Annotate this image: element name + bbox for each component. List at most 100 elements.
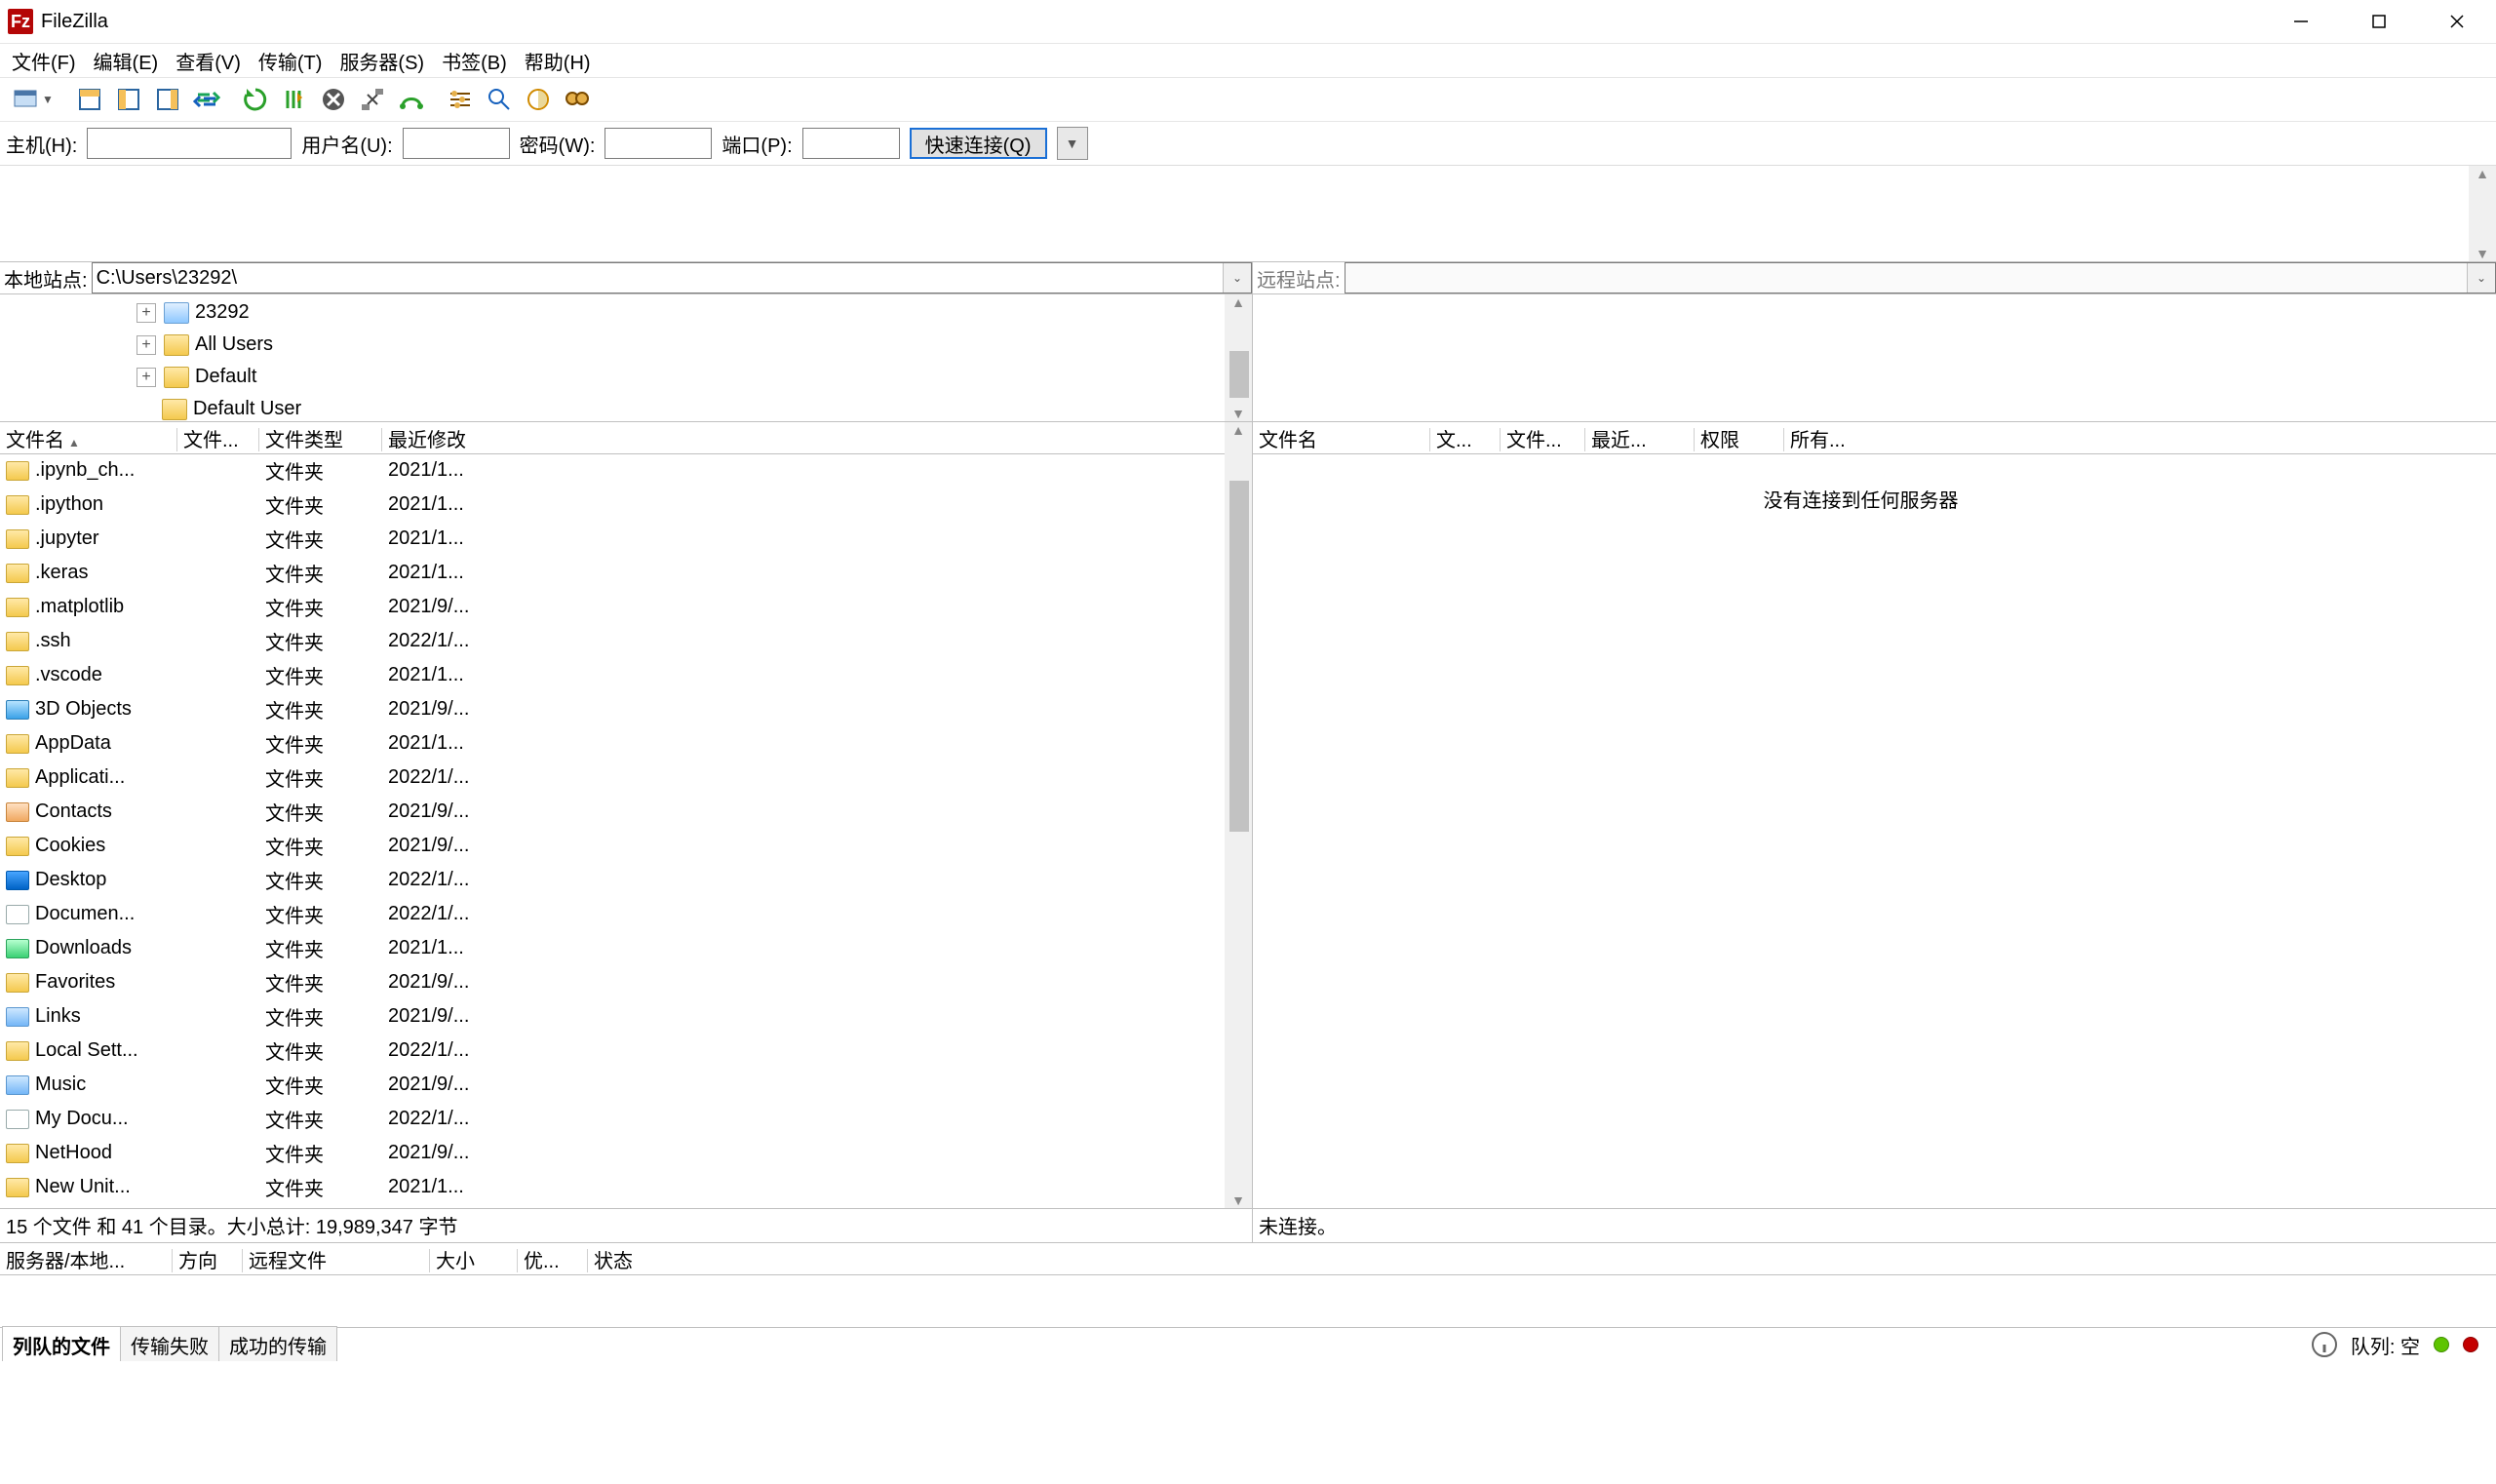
- sync-browse-button[interactable]: [519, 81, 558, 118]
- toggle-remote-tree-button[interactable]: [148, 81, 187, 118]
- queue-col-dir[interactable]: 方向: [178, 1251, 217, 1272]
- list-item[interactable]: .ipynb_ch...文件夹2021/1...: [0, 453, 1225, 488]
- local-col-name[interactable]: 文件名: [6, 430, 64, 451]
- menu-bookmarks[interactable]: 书签(B): [434, 45, 515, 77]
- list-item[interactable]: AppData文件夹2021/1...: [0, 726, 1225, 761]
- local-tree-scrollbar[interactable]: ▲▼: [1225, 294, 1252, 421]
- local-site-input[interactable]: [93, 263, 1223, 293]
- list-item[interactable]: Contacts文件夹2021/9/...: [0, 795, 1225, 829]
- local-list-scrollbar[interactable]: ▲▼: [1225, 422, 1252, 1208]
- remote-col-owner[interactable]: 所有...: [1790, 430, 1846, 451]
- host-input[interactable]: [87, 128, 292, 159]
- tree-row[interactable]: +Default: [0, 361, 1225, 393]
- process-queue-button[interactable]: [275, 81, 314, 118]
- toggle-queue-button[interactable]: [187, 81, 226, 118]
- tab-success[interactable]: 成功的传输: [218, 1326, 337, 1361]
- remote-col-size[interactable]: 文...: [1436, 430, 1472, 451]
- quick-connect-dropdown[interactable]: ▼: [1057, 127, 1088, 160]
- tab-queued[interactable]: 列队的文件: [2, 1326, 121, 1361]
- list-item[interactable]: Desktop文件夹2022/1/...: [0, 863, 1225, 897]
- toggle-local-tree-button[interactable]: [109, 81, 148, 118]
- file-name: .ipython: [35, 493, 103, 516]
- expander-icon[interactable]: +: [136, 303, 156, 323]
- remote-site-dropdown[interactable]: ⌄: [2467, 263, 2495, 293]
- local-col-size[interactable]: 文件...: [183, 430, 239, 451]
- file-type: 文件夹: [259, 798, 382, 826]
- menu-file[interactable]: 文件(F): [4, 45, 84, 77]
- tree-row[interactable]: +All Users: [0, 329, 1225, 361]
- list-item[interactable]: NetHood文件夹2021/9/...: [0, 1136, 1225, 1170]
- local-site-dropdown[interactable]: ⌄: [1223, 263, 1251, 293]
- menu-transfer[interactable]: 传输(T): [251, 45, 331, 77]
- list-item[interactable]: Cookies文件夹2021/9/...: [0, 829, 1225, 863]
- toggle-log-button[interactable]: [70, 81, 109, 118]
- tab-failed[interactable]: 传输失败: [120, 1326, 219, 1361]
- port-input[interactable]: [802, 128, 900, 159]
- remote-site-input[interactable]: [1346, 263, 2467, 293]
- filter-button[interactable]: [441, 81, 480, 118]
- list-item[interactable]: Documen...文件夹2022/1/...: [0, 897, 1225, 931]
- menu-edit[interactable]: 编辑(E): [86, 45, 167, 77]
- minimize-button[interactable]: [2262, 0, 2340, 43]
- queue-col-pri[interactable]: 优...: [524, 1251, 560, 1272]
- remote-file-list[interactable]: 没有连接到任何服务器: [1253, 453, 2469, 1208]
- list-item[interactable]: Downloads文件夹2021/1...: [0, 931, 1225, 965]
- maximize-button[interactable]: [2340, 0, 2418, 43]
- menu-server[interactable]: 服务器(S): [332, 45, 432, 77]
- local-col-date[interactable]: 最近修改: [388, 430, 466, 451]
- remote-col-name[interactable]: 文件名: [1259, 430, 1317, 451]
- close-button[interactable]: [2418, 0, 2496, 43]
- queue-col-size[interactable]: 大小: [436, 1251, 475, 1272]
- reconnect-button[interactable]: [392, 81, 431, 118]
- expander-icon[interactable]: +: [136, 335, 156, 355]
- local-list-header[interactable]: 文件名▲ 文件... 文件类型 最近修改: [0, 422, 1252, 454]
- folder-icon: [6, 529, 29, 549]
- menu-view[interactable]: 查看(V): [168, 45, 249, 77]
- list-item[interactable]: Local Sett...文件夹2022/1/...: [0, 1034, 1225, 1068]
- queue-body[interactable]: [0, 1275, 2496, 1327]
- compare-button[interactable]: [480, 81, 519, 118]
- file-date: 2021/1...: [382, 732, 1225, 755]
- list-item[interactable]: .ipython文件夹2021/1...: [0, 488, 1225, 522]
- pass-input[interactable]: [604, 128, 712, 159]
- quick-connect-button[interactable]: 快速连接(Q): [910, 128, 1047, 159]
- list-item[interactable]: .vscode文件夹2021/1...: [0, 658, 1225, 692]
- refresh-button[interactable]: [236, 81, 275, 118]
- list-item[interactable]: New Unit...文件夹2021/1...: [0, 1170, 1225, 1204]
- remote-col-perm[interactable]: 权限: [1700, 430, 1739, 451]
- list-item[interactable]: Music文件夹2021/9/...: [0, 1068, 1225, 1102]
- local-file-list[interactable]: .ipynb_ch...文件夹2021/1....ipython文件夹2021/…: [0, 453, 1225, 1208]
- message-log[interactable]: [4, 170, 2469, 257]
- list-item[interactable]: Applicati...文件夹2022/1/...: [0, 761, 1225, 795]
- local-col-type[interactable]: 文件类型: [265, 430, 343, 451]
- queue-col-remote[interactable]: 远程文件: [249, 1251, 327, 1272]
- user-input[interactable]: [403, 128, 510, 159]
- tree-row[interactable]: Default User: [0, 393, 1225, 421]
- cancel-button[interactable]: [314, 81, 353, 118]
- remote-col-type[interactable]: 文件...: [1506, 430, 1562, 451]
- list-item[interactable]: 3D Objects文件夹2021/9/...: [0, 692, 1225, 726]
- remote-list-header[interactable]: 文件名 文... 文件... 最近... 权限 所有...: [1253, 422, 2496, 454]
- list-item[interactable]: .matplotlib文件夹2021/9/...: [0, 590, 1225, 624]
- list-item[interactable]: .keras文件夹2021/1...: [0, 556, 1225, 590]
- tree-row[interactable]: +23292: [0, 296, 1225, 329]
- list-item[interactable]: My Docu...文件夹2022/1/...: [0, 1102, 1225, 1136]
- queue-header[interactable]: 服务器/本地... 方向 远程文件 大小 优... 状态: [0, 1243, 2496, 1275]
- list-item[interactable]: Links文件夹2021/9/...: [0, 999, 1225, 1034]
- list-item[interactable]: .ssh文件夹2022/1/...: [0, 624, 1225, 658]
- search-button[interactable]: [558, 81, 597, 118]
- file-name: .ipynb_ch...: [35, 459, 135, 482]
- queue-col-status[interactable]: 状态: [594, 1251, 633, 1272]
- disconnect-button[interactable]: [353, 81, 392, 118]
- list-item[interactable]: Favorites文件夹2021/9/...: [0, 965, 1225, 999]
- remote-col-date[interactable]: 最近...: [1591, 430, 1647, 451]
- log-scrollbar[interactable]: ▲▼: [2469, 166, 2496, 261]
- list-item[interactable]: .jupyter文件夹2021/1...: [0, 522, 1225, 556]
- queue-col-server[interactable]: 服务器/本地...: [6, 1251, 125, 1272]
- remote-tree-pane[interactable]: [1253, 294, 2496, 422]
- site-manager-button[interactable]: ▼: [4, 81, 60, 118]
- local-tree-pane[interactable]: +23292+All Users+DefaultDefault User ▲▼: [0, 294, 1252, 422]
- menu-help[interactable]: 帮助(H): [517, 45, 599, 77]
- expander-icon[interactable]: +: [136, 368, 156, 387]
- file-name: .matplotlib: [35, 596, 124, 618]
